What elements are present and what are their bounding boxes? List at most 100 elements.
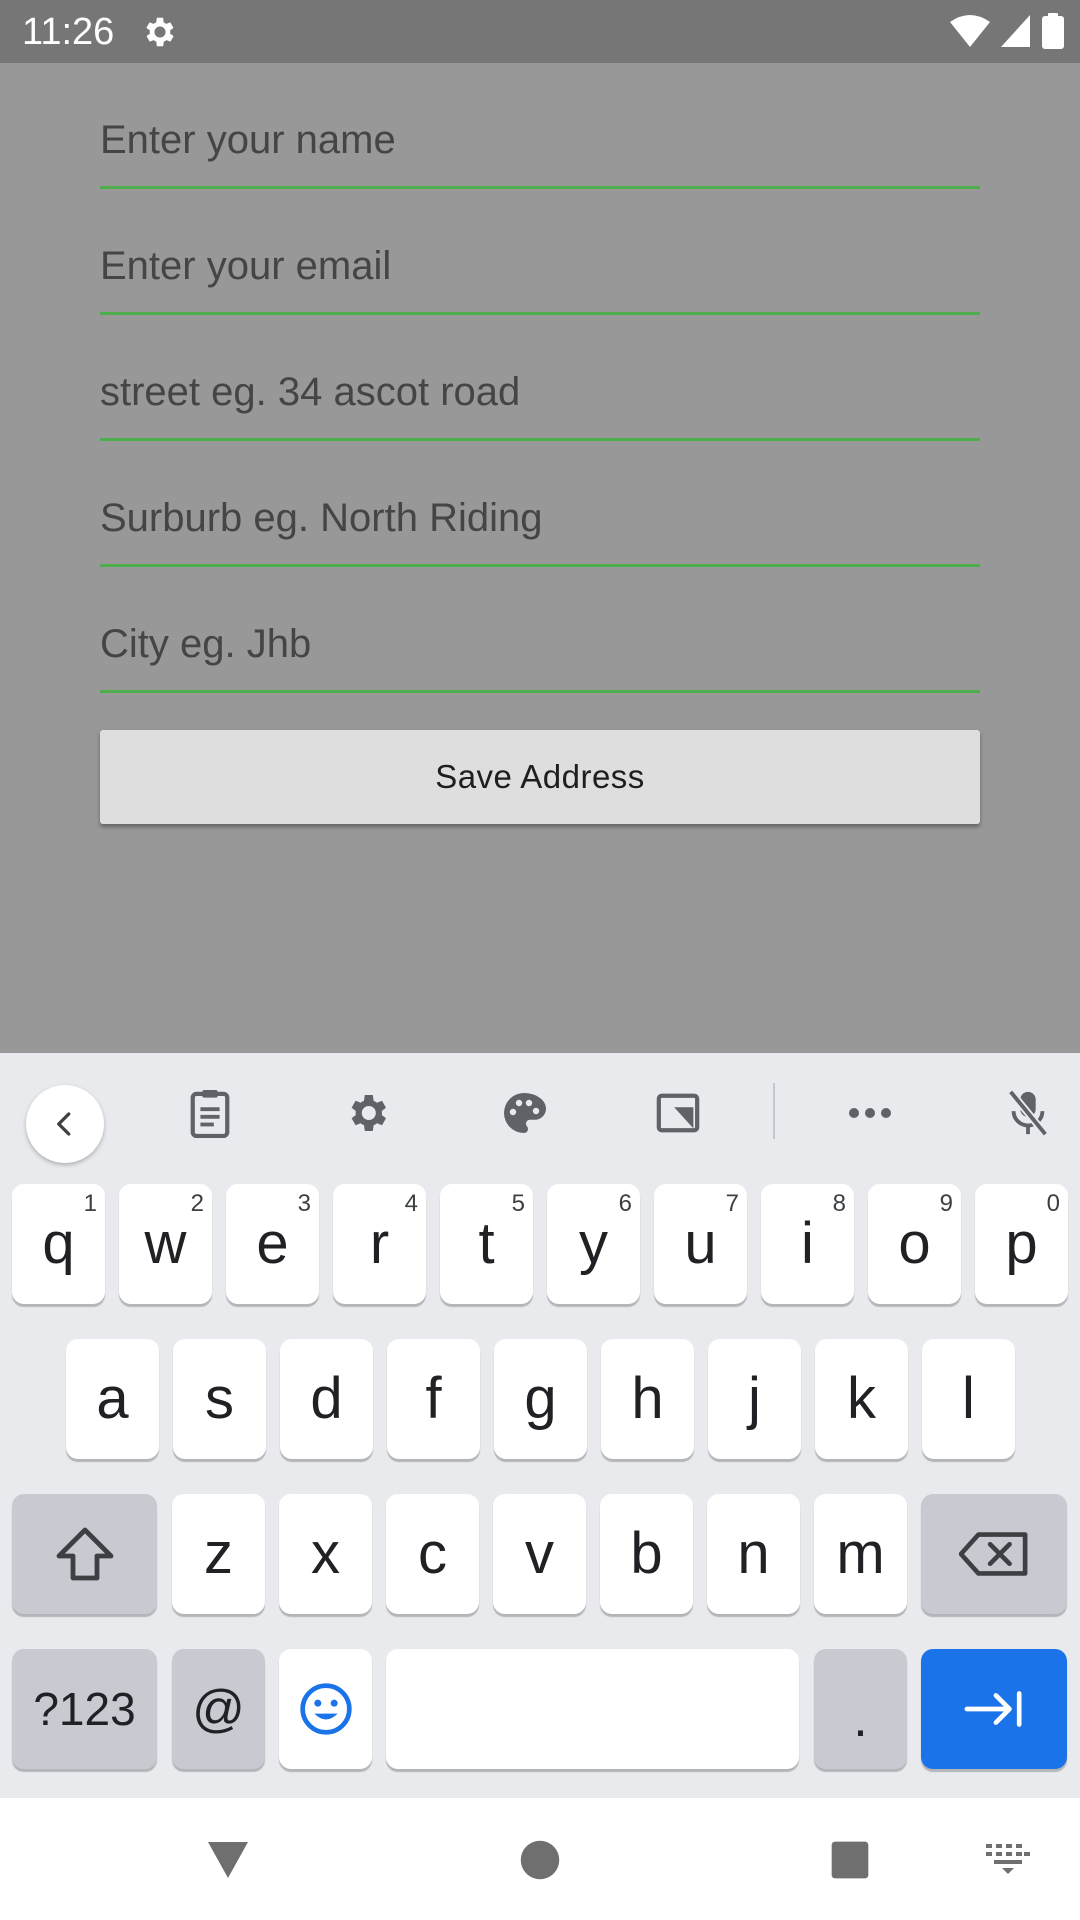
at-label: @ xyxy=(192,1680,245,1738)
key-label: m xyxy=(836,1521,885,1586)
key-i[interactable]: i8 xyxy=(761,1184,854,1304)
key-hint: 6 xyxy=(618,1190,632,1217)
chevron-left-icon xyxy=(57,1112,71,1136)
key-label: z xyxy=(204,1521,233,1586)
clipboard-button[interactable] xyxy=(173,1076,247,1150)
resize-keyboard-button[interactable] xyxy=(641,1076,715,1150)
tab-next-icon xyxy=(964,1691,1022,1727)
settings-gear-icon xyxy=(146,17,174,47)
key-hint: 3 xyxy=(297,1190,311,1217)
key-label: d xyxy=(310,1366,343,1431)
key-q[interactable]: q1 xyxy=(12,1184,105,1304)
key-hint: 7 xyxy=(725,1190,739,1217)
emoji-icon xyxy=(299,1683,352,1735)
at-key[interactable]: @ xyxy=(172,1649,265,1769)
cellular-signal-icon xyxy=(1001,15,1030,47)
key-label: n xyxy=(737,1521,770,1586)
resize-icon xyxy=(656,1093,700,1133)
street-input[interactable] xyxy=(100,362,980,422)
key-e[interactable]: e3 xyxy=(226,1184,319,1304)
email-input[interactable] xyxy=(100,236,980,296)
key-s[interactable]: s xyxy=(173,1339,266,1459)
keyboard-switch-button[interactable] xyxy=(978,1834,1038,1886)
key-label: i xyxy=(801,1211,814,1276)
status-icons xyxy=(950,12,1064,50)
key-v[interactable]: v xyxy=(493,1494,586,1614)
period-key[interactable]: . xyxy=(814,1649,907,1769)
wifi-icon xyxy=(950,15,990,47)
save-address-button[interactable]: Save Address xyxy=(100,730,980,824)
back-icon xyxy=(208,1842,248,1878)
key-l[interactable]: l xyxy=(922,1339,1015,1459)
shift-icon xyxy=(56,1527,113,1581)
symbols-key[interactable]: ?123 xyxy=(12,1649,157,1769)
key-label: v xyxy=(525,1521,554,1586)
emoji-key[interactable] xyxy=(279,1649,372,1769)
suburb-input[interactable] xyxy=(100,488,980,548)
key-h[interactable]: h xyxy=(601,1339,694,1459)
key-label: y xyxy=(579,1211,608,1276)
keyboard-settings-button[interactable] xyxy=(330,1076,404,1150)
symbols-label: ?123 xyxy=(33,1683,136,1735)
key-j[interactable]: j xyxy=(708,1339,801,1459)
city-field-container xyxy=(100,567,980,693)
suburb-field-container xyxy=(100,441,980,567)
backspace-icon xyxy=(959,1532,1028,1576)
more-icon xyxy=(849,1108,891,1118)
email-field-container xyxy=(100,189,980,315)
keyboard-back-button[interactable] xyxy=(26,1085,104,1163)
key-label: x xyxy=(311,1521,340,1586)
recents-icon xyxy=(831,1841,869,1879)
key-label: b xyxy=(630,1521,663,1586)
key-g[interactable]: g xyxy=(494,1339,587,1459)
key-hint: 0 xyxy=(1046,1190,1060,1217)
city-input[interactable] xyxy=(100,614,980,674)
key-p[interactable]: p0 xyxy=(975,1184,1068,1304)
key-hint: 8 xyxy=(832,1190,846,1217)
more-options-button[interactable] xyxy=(833,1076,907,1150)
key-label: l xyxy=(962,1366,975,1431)
key-n[interactable]: n xyxy=(707,1494,800,1614)
key-label: e xyxy=(256,1211,289,1276)
keyboard-toolbar xyxy=(0,1053,1080,1163)
name-input[interactable] xyxy=(100,110,980,170)
nav-back-button[interactable] xyxy=(198,1830,258,1890)
key-u[interactable]: u7 xyxy=(654,1184,747,1304)
key-hint: 4 xyxy=(404,1190,418,1217)
key-label: t xyxy=(478,1211,495,1276)
key-label: o xyxy=(898,1211,931,1276)
key-t[interactable]: t5 xyxy=(440,1184,533,1304)
address-form xyxy=(100,63,980,693)
nav-home-button[interactable] xyxy=(510,1830,570,1890)
key-hint: 5 xyxy=(511,1190,525,1217)
next-action-key[interactable] xyxy=(921,1649,1067,1769)
key-c[interactable]: c xyxy=(386,1494,479,1614)
key-x[interactable]: x xyxy=(279,1494,372,1614)
key-label: q xyxy=(42,1211,75,1276)
key-label: j xyxy=(748,1366,761,1431)
key-w[interactable]: w2 xyxy=(119,1184,212,1304)
settings-icon xyxy=(351,1095,386,1131)
backspace-key[interactable] xyxy=(921,1494,1067,1614)
status-bar: 11:26 xyxy=(0,0,1080,63)
battery-icon xyxy=(1042,13,1064,49)
key-label: a xyxy=(96,1366,129,1431)
shift-key[interactable] xyxy=(12,1494,157,1614)
theme-button[interactable] xyxy=(487,1076,561,1150)
key-f[interactable]: f xyxy=(387,1339,480,1459)
key-y[interactable]: y6 xyxy=(547,1184,640,1304)
key-z[interactable]: z xyxy=(172,1494,265,1614)
voice-input-button[interactable] xyxy=(991,1076,1065,1150)
key-r[interactable]: r4 xyxy=(333,1184,426,1304)
key-label: u xyxy=(684,1211,717,1276)
key-o[interactable]: o9 xyxy=(868,1184,961,1304)
key-b[interactable]: b xyxy=(600,1494,693,1614)
nav-recents-button[interactable] xyxy=(820,1830,880,1890)
home-icon xyxy=(520,1840,560,1880)
key-m[interactable]: m xyxy=(814,1494,907,1614)
navigation-bar xyxy=(0,1798,1080,1920)
key-d[interactable]: d xyxy=(280,1339,373,1459)
key-a[interactable]: a xyxy=(66,1339,159,1459)
key-k[interactable]: k xyxy=(815,1339,908,1459)
space-key[interactable] xyxy=(386,1649,799,1769)
